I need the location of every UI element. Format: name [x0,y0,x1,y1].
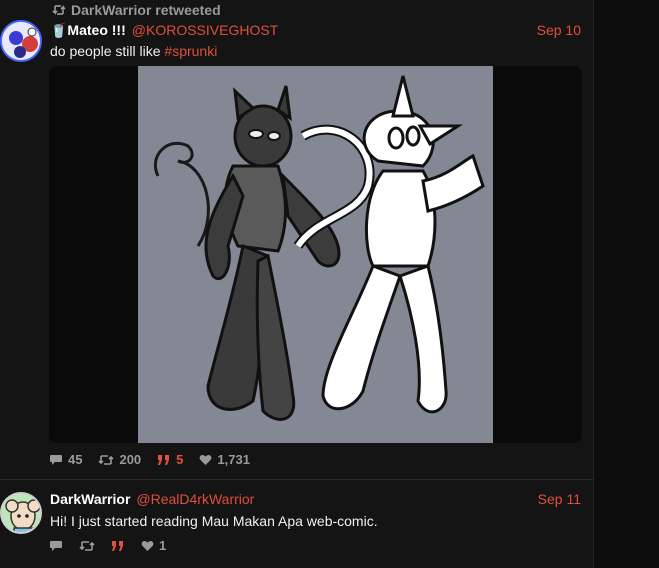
author-name[interactable]: DarkWarrior [50,491,130,507]
tweet-actions: 1 [49,538,166,553]
like-count: 1,731 [217,452,250,467]
like-button[interactable]: 1,731 [199,452,250,467]
artwork-image [138,66,493,443]
tweet-media[interactable] [49,66,582,443]
quote-icon [112,540,123,551]
retweet-button[interactable]: 200 [98,452,141,467]
avatar-image [2,494,40,532]
reply-button[interactable] [49,540,63,552]
tweet-date[interactable]: Sep 11 [538,491,581,507]
like-count: 1 [159,538,167,553]
retweet-indicator[interactable]: DarkWarrior retweeted [52,2,221,18]
reply-count: 45 [68,452,83,467]
like-button[interactable]: 1 [141,538,166,553]
avatar[interactable] [0,492,42,534]
hashtag-link[interactable]: #sprunki [164,43,217,59]
tweet-date[interactable]: Sep 10 [537,22,581,38]
tweet-divider [0,479,593,480]
retweet-label: DarkWarrior retweeted [71,2,221,18]
reply-button[interactable]: 45 [49,452,82,467]
author-handle[interactable]: @KOROSSIVEGHOST [132,22,278,38]
quote-count: 5 [176,452,184,467]
heart-icon [141,540,154,551]
avatar-image [2,22,40,60]
heart-icon [199,454,212,465]
retweet-button[interactable] [79,540,95,552]
tweet-text: Hi! I just started reading Mau Makan Apa… [50,513,378,529]
retweet-icon [52,5,66,15]
tweet-header: DarkWarrior @RealD4rkWarrior [50,491,254,507]
quote-icon [158,454,170,465]
author-name[interactable]: 🥤Mateo !!! [50,22,126,39]
reply-icon [50,540,62,551]
quote-button[interactable]: 5 [157,452,183,467]
timeline-column: DarkWarrior retweeted 🥤Mateo !!! @KOROSS… [0,0,593,568]
avatar[interactable] [0,20,42,62]
tweet-actions: 45 200 5 1,731 [49,452,250,467]
author-handle[interactable]: @RealD4rkWarrior [136,491,254,507]
quote-button[interactable] [111,540,125,552]
retweet-icon [79,540,95,551]
right-sidebar [593,0,659,568]
tweet-text: do people still like #sprunki [50,43,217,59]
tweet-header: 🥤Mateo !!! @KOROSSIVEGHOST [50,22,278,39]
retweet-icon [98,454,115,465]
retweet-count: 200 [119,452,142,467]
reply-icon [50,454,62,465]
tweet-body: do people still like [50,43,165,59]
